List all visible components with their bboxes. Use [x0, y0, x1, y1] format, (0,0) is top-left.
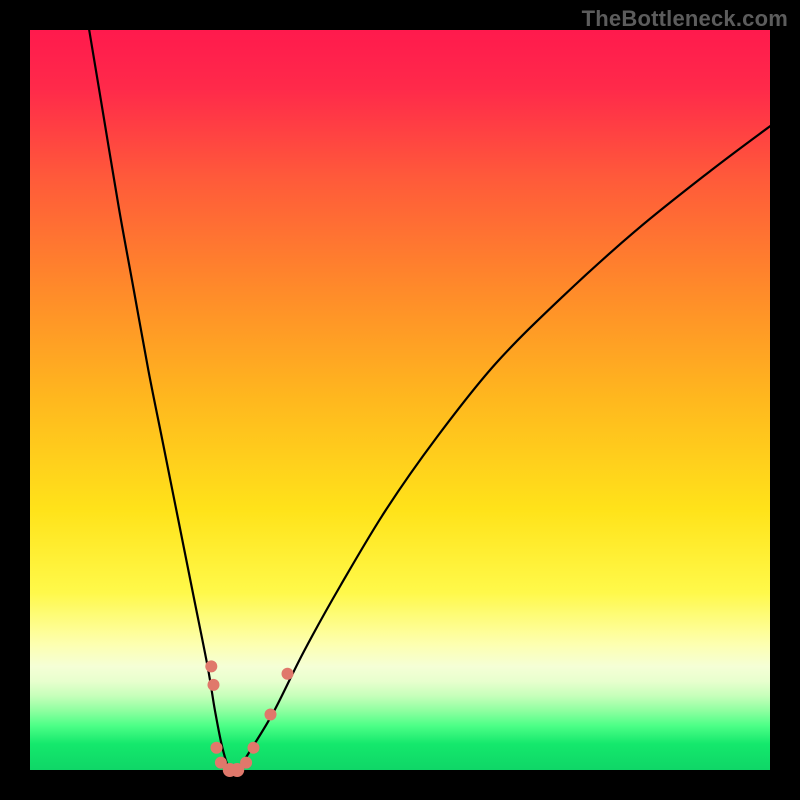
chart-canvas	[30, 30, 770, 770]
data-marker	[208, 679, 220, 691]
data-marker	[240, 757, 252, 769]
data-marker	[205, 660, 217, 672]
watermark-text: TheBottleneck.com	[582, 6, 788, 32]
data-marker	[248, 742, 260, 754]
data-marker	[211, 742, 223, 754]
plot-area	[30, 30, 770, 770]
data-marker	[282, 668, 294, 680]
app-frame: TheBottleneck.com	[0, 0, 800, 800]
data-marker	[265, 709, 277, 721]
gradient-background	[30, 30, 770, 770]
